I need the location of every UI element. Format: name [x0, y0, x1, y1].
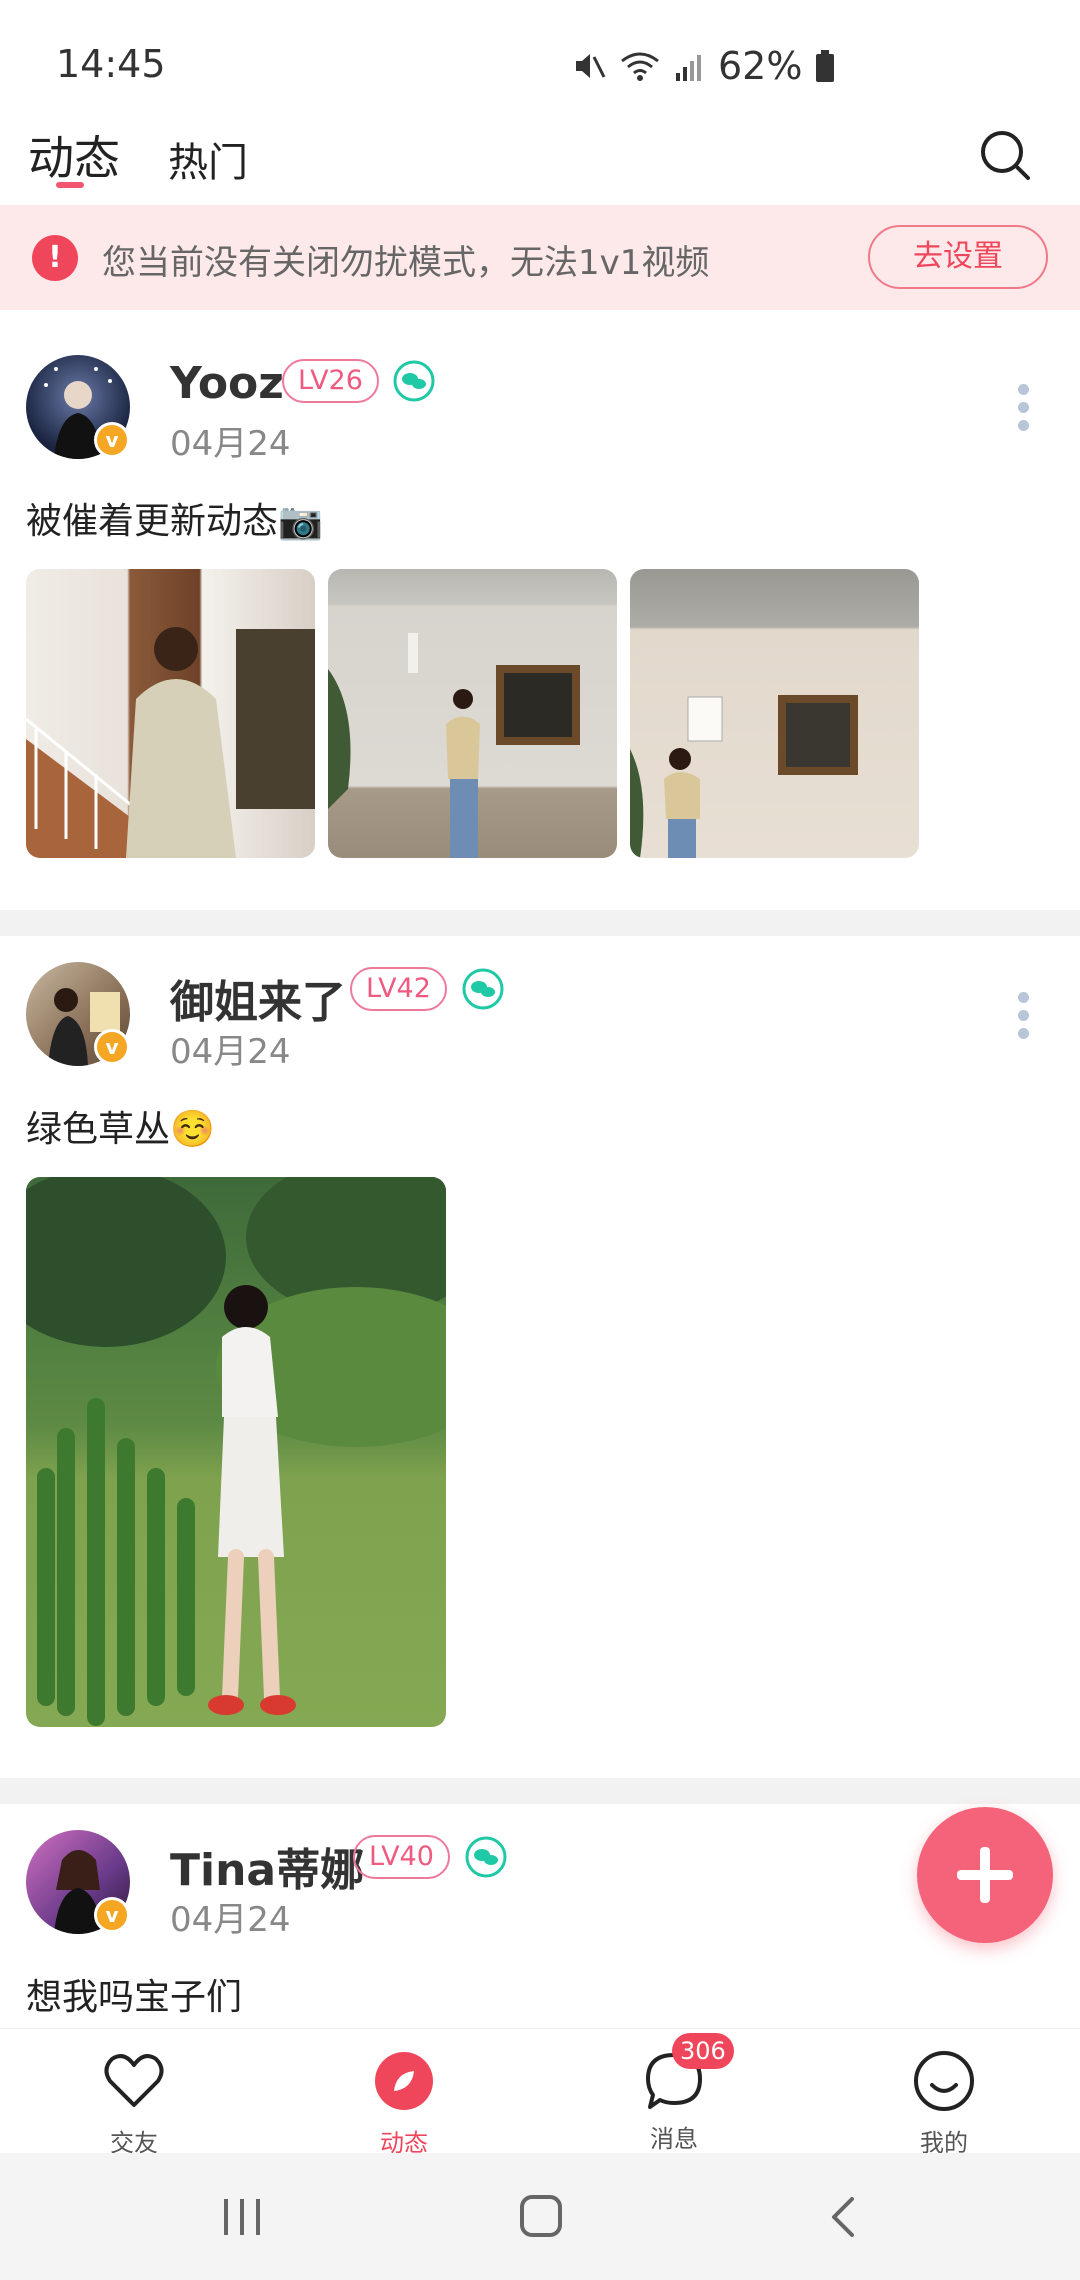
- post-date: 04月24: [170, 1032, 291, 1072]
- level-badge: LV42: [350, 967, 447, 1011]
- wechat-icon[interactable]: [462, 968, 504, 1010]
- post-date: 04月24: [170, 1900, 291, 1940]
- go-settings-button[interactable]: 去设置: [868, 225, 1048, 289]
- level-badge: LV26: [282, 359, 379, 403]
- post-date: 04月24: [170, 424, 291, 464]
- username[interactable]: Yooz: [170, 358, 284, 409]
- more-options-icon[interactable]: [1018, 384, 1030, 438]
- section-divider: [0, 910, 1080, 936]
- system-nav-bar: [0, 2153, 1080, 2280]
- mute-icon: [576, 54, 606, 78]
- compass-icon: [375, 2052, 433, 2110]
- post-photo[interactable]: [328, 569, 617, 858]
- unread-badge: 306: [672, 2033, 734, 2069]
- status-icons: 62%: [572, 44, 836, 88]
- create-post-button[interactable]: [917, 1807, 1053, 1943]
- tab-indicator: [56, 182, 84, 188]
- post-photo[interactable]: [630, 569, 919, 858]
- verified-badge-icon: v: [94, 1029, 130, 1065]
- post-text: 被催着更新动态📷: [26, 501, 323, 542]
- verified-badge-icon: v: [94, 422, 130, 458]
- post-text: 绿色草丛☺️: [26, 1109, 215, 1150]
- battery-icon: [816, 50, 835, 82]
- post-photo[interactable]: [26, 569, 315, 858]
- nav-item-friends[interactable]: 交友: [74, 2049, 194, 2158]
- level-badge: LV40: [353, 1835, 450, 1879]
- dnd-alert-bar: ! 您当前没有关闭勿扰模式，无法1v1视频 去设置: [0, 205, 1080, 310]
- alert-text: 您当前没有关闭勿扰模式，无法1v1视频: [102, 243, 710, 283]
- tab-hot[interactable]: 热门: [168, 130, 248, 188]
- post-card[interactable]: v Tina蒂娜 LV40 04月24 想我吗宝子们: [0, 1804, 1080, 2028]
- back-icon[interactable]: [826, 2195, 862, 2239]
- wechat-icon[interactable]: [465, 1836, 507, 1878]
- signal-icon: [676, 55, 701, 81]
- status-time: 14:45: [56, 42, 166, 86]
- nav-item-moments[interactable]: 动态: [344, 2049, 464, 2158]
- post-photo[interactable]: [26, 1177, 446, 1727]
- verified-badge-icon: v: [94, 1897, 130, 1933]
- more-options-icon[interactable]: [1018, 992, 1030, 1046]
- username[interactable]: Tina蒂娜: [170, 1834, 364, 1898]
- nav-label: 消息: [650, 2125, 698, 2153]
- post-card[interactable]: v Yooz LV26 04月24 被催着更新动态📷: [0, 310, 1080, 910]
- post-text: 想我吗宝子们: [26, 1977, 243, 2018]
- heart-icon: [104, 2054, 164, 2107]
- wifi-icon: [621, 52, 659, 81]
- wechat-icon[interactable]: [393, 360, 435, 402]
- battery-percent: 62%: [718, 44, 803, 88]
- home-icon[interactable]: [518, 2193, 564, 2239]
- nav-item-profile[interactable]: 我的: [884, 2049, 1004, 2158]
- smile-icon: [914, 2051, 974, 2111]
- tab-moments[interactable]: 动态: [28, 122, 120, 188]
- bottom-nav: 交友 动态 306 消息 我的: [0, 2028, 1080, 2157]
- recent-apps-icon[interactable]: [220, 2195, 264, 2239]
- username[interactable]: 御姐来了: [170, 966, 346, 1030]
- section-divider: [0, 1778, 1080, 1804]
- nav-item-messages[interactable]: 306 消息: [614, 2033, 734, 2154]
- search-icon[interactable]: [978, 128, 1034, 184]
- top-nav: 动态 热门: [0, 110, 1080, 200]
- post-card[interactable]: v 御姐来了 LV42 04月24 绿色草丛☺️: [0, 936, 1080, 1778]
- warning-icon: !: [32, 235, 78, 281]
